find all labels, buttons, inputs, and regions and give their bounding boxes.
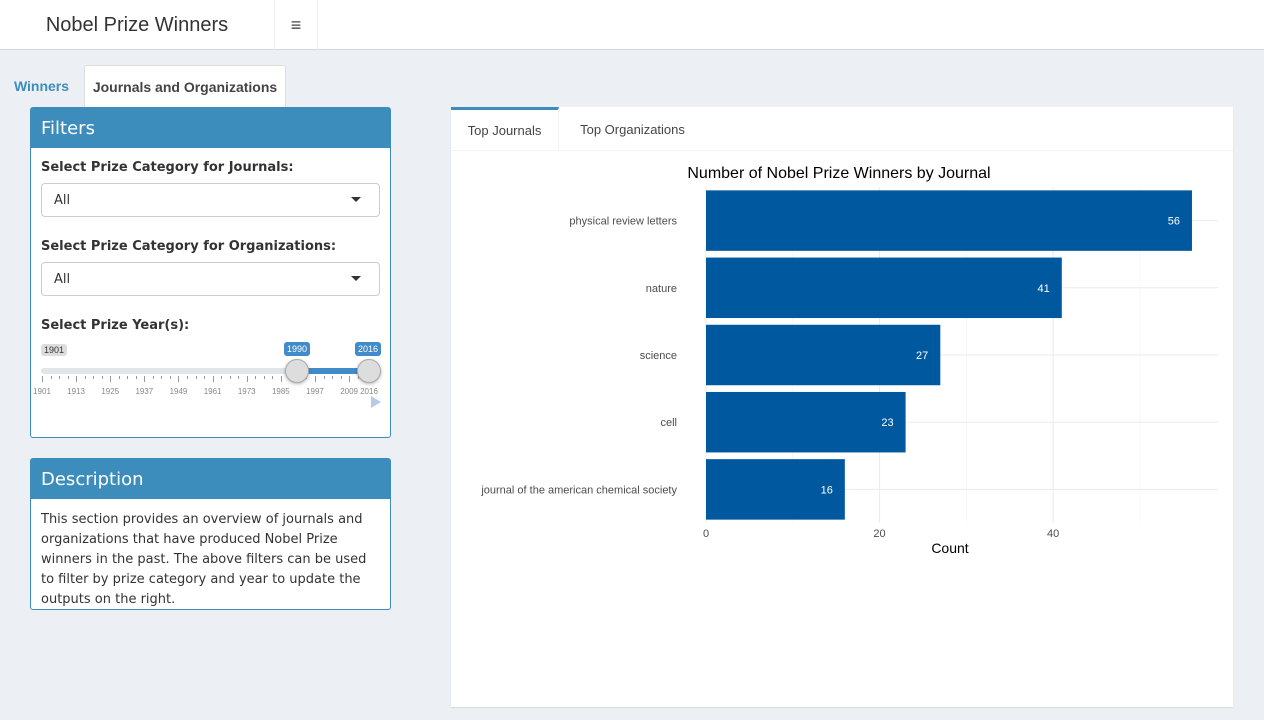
slider-tick: [349, 376, 351, 382]
journal-category-label: Select Prize Category for Journals:: [41, 160, 294, 175]
chart-x-axis: 0 20 40: [703, 528, 1059, 540]
slider-tick: [152, 376, 154, 379]
category-label: journal of the american chemical society: [480, 484, 677, 496]
slider-tick: [127, 376, 129, 379]
slider-tick: [42, 376, 43, 382]
category-label: cell: [660, 417, 677, 429]
slider-tick: [187, 376, 189, 379]
x-tick-label: 0: [703, 528, 709, 540]
slider-tick-label: 1985: [271, 387, 290, 396]
slider-to-label: 2016: [355, 342, 382, 356]
slider-from-label: 1990: [284, 342, 311, 356]
tab-winners[interactable]: Winners: [0, 65, 83, 107]
journal-category-value: All: [54, 192, 71, 208]
category-label: nature: [646, 283, 677, 295]
x-axis-label: Count: [931, 540, 968, 556]
hamburger-icon: ≡: [290, 14, 302, 35]
bar: [706, 257, 1062, 319]
slider-tick-label: 1961: [203, 387, 222, 396]
slider-tick: [59, 376, 61, 379]
play-icon[interactable]: [371, 396, 381, 408]
slider-tick: [212, 376, 214, 382]
org-category-select[interactable]: All: [41, 262, 380, 296]
filters-title: Filters: [31, 108, 390, 148]
journal-bar-chart: Number of Nobel Prize Winners by Journal…: [480, 165, 1218, 556]
slider-tick: [229, 376, 231, 379]
slider-tick-label: 1937: [135, 387, 154, 396]
slider-tick-label: 2009: [340, 387, 358, 396]
slider-tick: [280, 376, 282, 382]
slider-tick: [272, 376, 274, 379]
bar-value-label: 41: [1038, 283, 1050, 295]
slider-tick: [110, 376, 112, 382]
bar: [706, 190, 1192, 251]
org-category-label: Select Prize Category for Organizations:: [41, 239, 337, 254]
main-nav-tabs: Winners Journals and Organizations: [0, 50, 1264, 107]
slider-tick: [101, 376, 103, 379]
slider-tick: [67, 376, 69, 379]
slider-tick: [195, 376, 197, 379]
filters-box: Filters Select Prize Category for Journa…: [30, 107, 391, 438]
org-category-value: All: [54, 271, 71, 287]
slider-tick: [238, 376, 240, 379]
bar-value-label: 27: [916, 350, 928, 362]
year-range-label: Select Prize Year(s):: [41, 318, 190, 333]
tab-top-journals[interactable]: Top Journals: [451, 107, 559, 151]
slider-tick-label: 1997: [306, 387, 324, 396]
slider-tick-label: 1973: [237, 387, 256, 396]
category-label: physical review letters: [569, 216, 677, 228]
slider-tick: [93, 376, 95, 379]
bar-value-label: 23: [881, 417, 893, 429]
slider-tick: [263, 376, 265, 379]
description-box: Description This section provides an ove…: [30, 458, 391, 610]
slider-tick: [161, 376, 163, 379]
chart-title: Number of Nobel Prize Winners by Journal: [687, 165, 990, 182]
slider-to-handle[interactable]: [357, 359, 381, 383]
slider-tick-label: 1925: [101, 387, 120, 396]
slider-from-handle[interactable]: [285, 359, 309, 383]
slider-tick: [135, 376, 137, 379]
slider-tick-label: 2016: [360, 387, 378, 396]
slider-tick: [314, 376, 316, 382]
category-label: science: [640, 350, 677, 362]
description-title: Description: [31, 459, 390, 499]
slider-tick: [340, 376, 342, 379]
slider-tick: [204, 376, 206, 379]
bar-value-label: 16: [821, 484, 833, 496]
slider-tick: [246, 376, 248, 382]
slider-tick: [221, 376, 223, 379]
chevron-down-icon: [351, 197, 361, 202]
tab-journals-organizations[interactable]: Journals and Organizations: [84, 65, 286, 107]
sidebar-toggle-button[interactable]: ≡: [275, 0, 318, 50]
description-text: This section provides an overview of jou…: [41, 512, 367, 607]
tab-top-organizations[interactable]: Top Organizations: [566, 107, 699, 151]
slider-tick: [118, 376, 120, 379]
x-tick-label: 20: [873, 528, 885, 540]
chevron-down-icon: [351, 276, 361, 281]
results-panel: Top Journals Top Organizations Number of…: [451, 107, 1233, 707]
bar-value-label: 56: [1168, 216, 1180, 228]
slider-tick: [50, 376, 52, 379]
bar: [706, 324, 941, 386]
panel-tabs: Top Journals Top Organizations: [451, 107, 1233, 151]
year-range-slider[interactable]: 1901 1990 2016 1901 1913 1925 1937 1949 1961 1…: [33, 340, 382, 415]
slider-tick: [84, 376, 86, 379]
journal-category-select[interactable]: All: [41, 183, 380, 217]
slider-tick: [144, 376, 146, 382]
app-title: Nobel Prize Winners: [0, 0, 275, 50]
top-header: Nobel Prize Winners ≡: [0, 0, 1264, 50]
slider-tick: [178, 376, 180, 382]
slider-tick-label: 1949: [169, 387, 188, 396]
slider-tick: [255, 376, 257, 379]
bar: [706, 391, 906, 453]
slider-min-label: 1901: [41, 344, 68, 356]
slider-tick-label: 1901: [33, 387, 51, 396]
slider-tick-label: 1913: [67, 387, 86, 396]
x-tick-label: 40: [1047, 528, 1059, 540]
slider-tick: [323, 376, 325, 379]
slider-tick: [169, 376, 171, 379]
slider-tick: [332, 376, 334, 379]
slider-tick: [76, 376, 78, 382]
